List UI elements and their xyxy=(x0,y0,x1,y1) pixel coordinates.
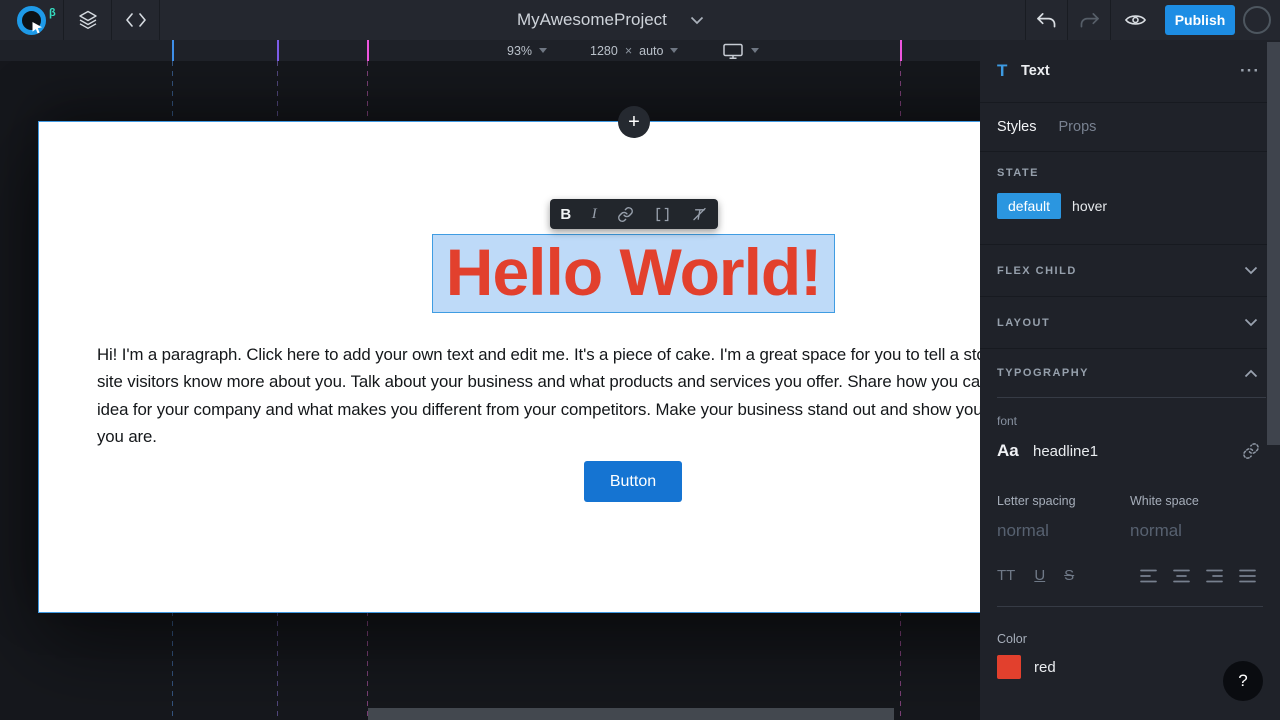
breakpoint-tick-xlarge xyxy=(900,40,902,61)
selected-element-name: Text xyxy=(1021,63,1050,79)
top-toolbar: β MyAwesomeProject Publish xyxy=(0,0,1280,40)
color-swatch xyxy=(997,655,1021,679)
typography-section-header[interactable]: TYPOGRAPHY xyxy=(980,349,1280,397)
publish-button[interactable]: Publish xyxy=(1165,5,1235,35)
quarkly-logo-button[interactable]: β xyxy=(0,0,64,40)
app-window: β MyAwesomeProject Publish 93% 1280 × au… xyxy=(0,0,1280,720)
font-label: font xyxy=(997,414,1018,428)
brackets-icon xyxy=(656,207,669,221)
typography-title: TYPOGRAPHY xyxy=(997,367,1090,379)
properties-panel: T Text ··· Styles Props STATE default ho… xyxy=(980,40,1280,720)
help-button[interactable]: ? xyxy=(1223,661,1263,701)
breakpoint-tick-large xyxy=(367,40,369,61)
select-parent-button[interactable] xyxy=(655,207,670,222)
chevron-down-icon xyxy=(1244,266,1258,275)
typography-body: font Aa headline1 Letter spacing normal … xyxy=(980,414,1280,695)
canvas-width-value: 1280 xyxy=(590,43,618,58)
chevron-down-icon xyxy=(690,16,704,24)
link-icon xyxy=(618,206,634,222)
redo-icon xyxy=(1080,12,1099,27)
multiply-sign: × xyxy=(624,43,633,58)
layers-panel-button[interactable] xyxy=(64,0,112,40)
add-section-button[interactable]: + xyxy=(618,106,650,138)
tab-styles[interactable]: Styles xyxy=(997,119,1037,135)
underline-toggle[interactable]: U xyxy=(1034,567,1045,584)
canvas-height-value: auto xyxy=(639,43,664,58)
state-default-chip[interactable]: default xyxy=(997,193,1062,219)
breakpoint-tick-small xyxy=(172,40,174,61)
font-preview-icon: Aa xyxy=(997,441,1019,460)
beta-badge: β xyxy=(49,7,56,19)
caret-down-icon xyxy=(539,48,548,53)
align-left-button[interactable] xyxy=(1140,569,1157,583)
logo-icon xyxy=(17,5,46,35)
canvas-size-control[interactable]: 1280 × auto xyxy=(590,40,679,61)
unlink-icon xyxy=(1243,443,1259,459)
chevron-down-icon xyxy=(1244,318,1258,327)
breakpoint-tick-medium xyxy=(277,40,279,61)
letter-spacing-input[interactable]: normal xyxy=(997,521,1130,541)
code-icon xyxy=(125,13,146,27)
state-section: STATE default hover xyxy=(980,152,1280,245)
white-space-label: White space xyxy=(1130,494,1199,508)
redo-button[interactable] xyxy=(1068,0,1111,40)
project-name: MyAwesomeProject xyxy=(517,10,667,29)
color-label: Color xyxy=(997,632,1027,646)
preview-button[interactable] xyxy=(1111,0,1159,40)
code-panel-button[interactable] xyxy=(112,0,160,40)
cursor-icon xyxy=(32,21,42,33)
flex-child-section-header[interactable]: FLEX CHILD xyxy=(980,245,1280,297)
zoom-level: 93% xyxy=(507,43,533,58)
eye-icon xyxy=(1124,15,1146,25)
clear-formatting-button[interactable] xyxy=(691,206,708,223)
text-format-toolbar: B I xyxy=(550,199,718,229)
font-style-selector[interactable]: Aa headline1 xyxy=(997,441,1263,461)
align-center-button[interactable] xyxy=(1173,569,1190,583)
project-selector[interactable]: MyAwesomeProject xyxy=(517,0,704,40)
chevron-up-icon xyxy=(1244,369,1258,377)
white-space-input[interactable]: normal xyxy=(1130,521,1263,541)
undo-icon xyxy=(1037,12,1056,27)
strikethrough-toggle[interactable]: S xyxy=(1064,567,1074,584)
panel-header: T Text ··· xyxy=(980,40,1280,103)
horizontal-scrollbar[interactable] xyxy=(368,708,894,720)
align-justify-button[interactable] xyxy=(1239,569,1256,583)
panel-scrollbar[interactable] xyxy=(1267,42,1280,445)
layout-title: LAYOUT xyxy=(997,316,1051,329)
layout-section-header[interactable]: LAYOUT xyxy=(980,297,1280,349)
divider xyxy=(997,606,1263,607)
monitor-icon xyxy=(723,43,743,59)
link-button[interactable] xyxy=(617,206,634,223)
uppercase-toggle[interactable]: TT xyxy=(997,567,1015,584)
canvas-button-element[interactable]: Button xyxy=(584,461,682,502)
user-avatar[interactable] xyxy=(1243,6,1271,34)
bold-button[interactable]: B xyxy=(560,206,571,223)
state-section-title: STATE xyxy=(997,167,1039,179)
text-element-icon: T xyxy=(997,61,1008,80)
device-selector[interactable] xyxy=(722,40,759,61)
italic-button[interactable]: I xyxy=(592,206,597,223)
divider xyxy=(997,397,1266,398)
more-options-button[interactable]: ··· xyxy=(1240,61,1260,81)
selected-heading-text[interactable]: Hello World! xyxy=(432,234,835,313)
color-value: red xyxy=(1034,658,1056,676)
align-right-button[interactable] xyxy=(1206,569,1223,583)
tab-props[interactable]: Props xyxy=(1059,119,1097,135)
undo-button[interactable] xyxy=(1025,0,1068,40)
caret-down-icon xyxy=(670,48,679,53)
state-hover-chip[interactable]: hover xyxy=(1061,193,1118,219)
unlink-style-button[interactable] xyxy=(1242,442,1260,460)
layers-icon xyxy=(78,10,97,29)
clear-format-icon xyxy=(692,207,706,220)
caret-down-icon xyxy=(751,48,759,53)
panel-tabs: Styles Props xyxy=(980,103,1280,152)
flex-child-title: FLEX CHILD xyxy=(997,264,1077,277)
font-style-value: headline1 xyxy=(1033,442,1099,460)
zoom-control[interactable]: 93% xyxy=(507,40,548,61)
letter-spacing-label: Letter spacing xyxy=(997,494,1076,508)
